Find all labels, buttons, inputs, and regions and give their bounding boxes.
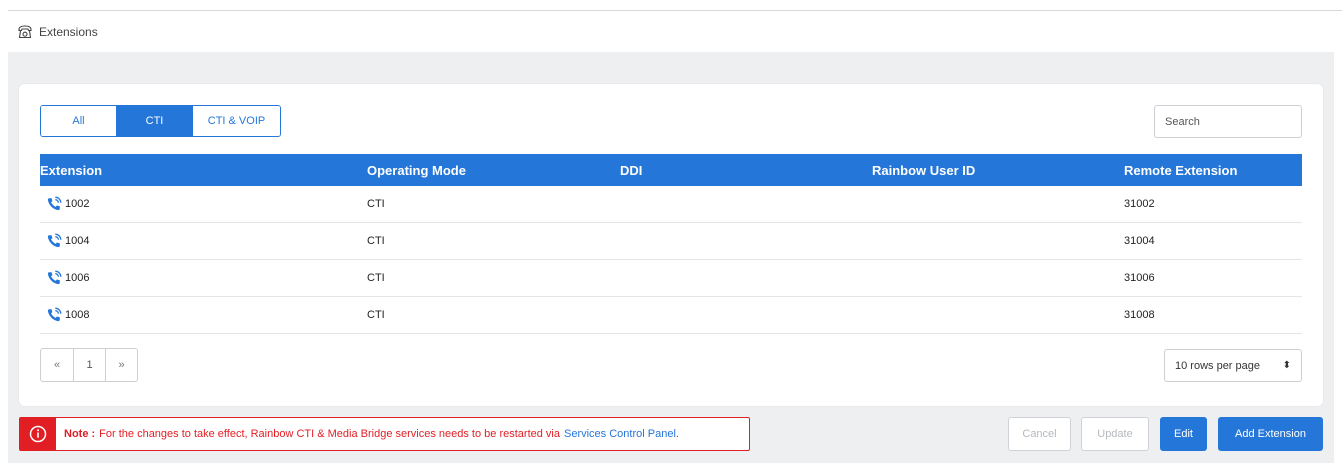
- restart-note: Note : For the changes to take effect, R…: [19, 417, 750, 451]
- filter-cti-voip-button[interactable]: CTI & VOIP: [192, 106, 280, 136]
- table-row[interactable]: 1004 CTI 31004: [40, 223, 1302, 260]
- column-header-extension[interactable]: Extension: [40, 163, 367, 178]
- sort-caret-icon: ⬍: [1282, 360, 1291, 371]
- filter-tabs: All CTI CTI & VOIP: [40, 105, 281, 137]
- extensions-table: Extension Operating Mode DDI Rainbow Use…: [40, 154, 1302, 334]
- rows-per-page-value: 10 rows per page: [1175, 359, 1260, 372]
- column-header-rainbow-user-id[interactable]: Rainbow User ID: [872, 163, 1124, 178]
- column-header-remote-extension[interactable]: Remote Extension: [1124, 163, 1302, 178]
- top-divider: [8, 10, 1342, 11]
- operating-mode-cell: CTI: [367, 235, 385, 247]
- services-control-panel-link[interactable]: Services Control Panel: [564, 428, 676, 440]
- table-row[interactable]: 1006 CTI 31006: [40, 260, 1302, 297]
- operating-mode-cell: CTI: [367, 272, 385, 284]
- add-extension-button[interactable]: Add Extension: [1218, 417, 1323, 451]
- operating-mode-cell: CTI: [367, 309, 385, 321]
- note-suffix: .: [675, 428, 679, 440]
- phone-call-icon: [46, 196, 62, 212]
- search-input[interactable]: [1154, 105, 1302, 138]
- extension-number: 1002: [65, 198, 90, 210]
- telephone-icon: [17, 24, 33, 40]
- pagination: « 1 »: [40, 348, 138, 382]
- extension-number: 1008: [65, 309, 90, 321]
- edit-button[interactable]: Edit: [1160, 417, 1207, 451]
- page-1-button[interactable]: 1: [73, 349, 105, 381]
- note-label: Note :: [64, 428, 96, 440]
- phone-call-icon: [46, 270, 62, 286]
- filter-cti-button[interactable]: CTI: [116, 106, 192, 136]
- remote-extension-cell: 31006: [1124, 272, 1155, 284]
- rows-per-page-select[interactable]: 10 rows per page ⬍: [1164, 349, 1302, 382]
- note-text: For the changes to take effect, Rainbow …: [99, 428, 560, 440]
- filter-all-button[interactable]: All: [41, 106, 116, 136]
- cancel-button[interactable]: Cancel: [1008, 417, 1071, 451]
- phone-call-icon: [46, 233, 62, 249]
- column-header-operating-mode[interactable]: Operating Mode: [367, 163, 620, 178]
- info-icon: [20, 418, 56, 450]
- phone-call-icon: [46, 307, 62, 323]
- extensions-card: All CTI CTI & VOIP Extension Operating M…: [19, 84, 1323, 406]
- column-header-ddi[interactable]: DDI: [620, 163, 872, 178]
- page-header: Extensions: [17, 22, 98, 42]
- update-button[interactable]: Update: [1081, 417, 1149, 451]
- table-header: Extension Operating Mode DDI Rainbow Use…: [40, 154, 1302, 186]
- table-row[interactable]: 1008 CTI 31008: [40, 297, 1302, 334]
- page-title: Extensions: [39, 25, 98, 39]
- remote-extension-cell: 31008: [1124, 309, 1155, 321]
- next-page-button[interactable]: »: [105, 349, 137, 381]
- previous-page-button[interactable]: «: [41, 349, 73, 381]
- operating-mode-cell: CTI: [367, 198, 385, 210]
- table-row[interactable]: 1002 CTI 31002: [40, 186, 1302, 223]
- remote-extension-cell: 31002: [1124, 198, 1155, 210]
- extension-number: 1006: [65, 272, 90, 284]
- remote-extension-cell: 31004: [1124, 235, 1155, 247]
- extension-number: 1004: [65, 235, 90, 247]
